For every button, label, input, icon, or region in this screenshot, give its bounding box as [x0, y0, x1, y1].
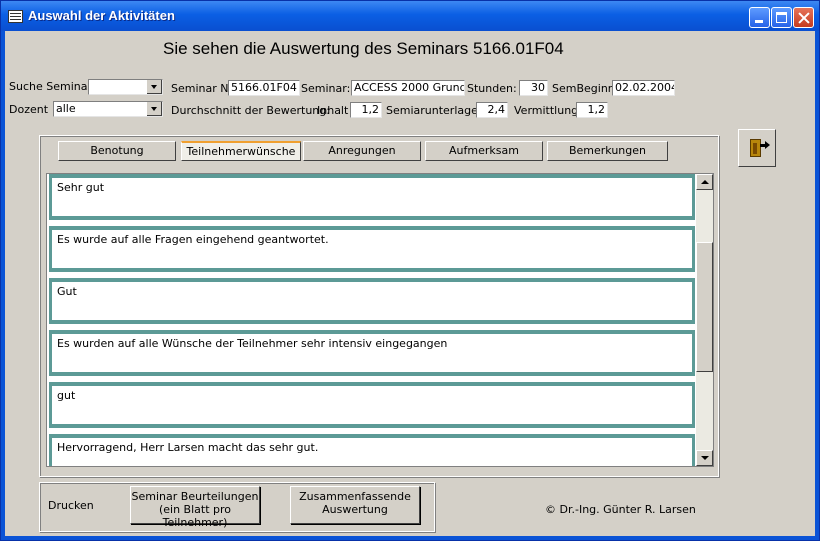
sembeginn-label: SemBeginn: — [552, 82, 619, 95]
dozent-value: alle — [56, 102, 76, 115]
scroll-down-icon[interactable] — [696, 450, 713, 466]
vertical-scrollbar[interactable] — [696, 174, 713, 466]
tab-bemerkungen[interactable]: Bemerkungen — [547, 141, 668, 161]
list-item[interactable]: Sehr gut — [49, 174, 695, 220]
inhalt-field[interactable]: 1,2 — [350, 102, 382, 118]
print-label: Drucken — [48, 499, 94, 512]
summary-line1: Zusammenfassende — [299, 490, 411, 503]
search-seminar-label: Suche Seminar — [9, 80, 92, 93]
seminar-field[interactable]: ACCESS 2000 Grundlag — [351, 80, 465, 96]
seminar-nr-field[interactable]: 5166.01F04 — [228, 80, 300, 96]
exit-arrow-icon — [760, 141, 770, 149]
tab-teilnehmerwuensche[interactable]: Teilnehmerwünsche — [181, 141, 301, 161]
tab-aufmerksam[interactable]: Aufmerksam — [425, 141, 543, 161]
list-item[interactable]: Gut — [49, 278, 695, 324]
record-text: Es wurden auf alle Wünsche der Teilnehme… — [57, 337, 448, 350]
unterlagen-label: Semiarunterlagen — [386, 104, 485, 117]
print-ratings-line1: Seminar Beurteilungen — [131, 490, 259, 503]
scroll-thumb[interactable] — [696, 242, 713, 372]
scroll-up-icon[interactable] — [696, 174, 713, 190]
exit-button[interactable] — [738, 129, 776, 167]
summary-button[interactable]: Zusammenfassende Auswertung — [290, 486, 420, 524]
tab-benotung[interactable]: Benotung — [58, 141, 176, 161]
chevron-down-icon[interactable] — [146, 102, 162, 116]
durchschnitt-label: Durchschnitt der Bewertung: — [171, 104, 330, 117]
minimize-icon — [755, 20, 763, 23]
vermittlung-field[interactable]: 1,2 — [576, 102, 608, 118]
records-list[interactable]: Sehr gut Es wurde auf alle Fragen eingeh… — [46, 173, 714, 467]
search-seminar-combo[interactable] — [88, 79, 163, 95]
seminar-label: Seminar: — [301, 82, 351, 95]
app-window: Auswahl der Aktivitäten Sie sehen die Au… — [0, 0, 820, 541]
chevron-down-icon[interactable] — [146, 80, 162, 94]
list-item[interactable]: Es wurden auf alle Wünsche der Teilnehme… — [49, 330, 695, 376]
summary-line2: Auswertung — [322, 503, 388, 516]
list-item[interactable]: Es wurde auf alle Fragen eingehend geant… — [49, 226, 695, 272]
dozent-label: Dozent — [9, 103, 49, 116]
tab-anregungen[interactable]: Anregungen — [303, 141, 421, 161]
window-title: Auswahl der Aktivitäten — [28, 8, 175, 23]
dozent-combo[interactable]: alle — [53, 101, 163, 117]
unterlagen-field[interactable]: 2,4 — [476, 102, 508, 118]
print-ratings-button[interactable]: Seminar Beurteilungen (ein Blatt pro Tei… — [130, 486, 260, 529]
vermittlung-label: Vermittlung — [514, 104, 579, 117]
copyright-text: © Dr.-Ing. Günter R. Larsen — [545, 503, 696, 516]
exit-door-icon — [750, 139, 761, 157]
maximize-icon — [776, 12, 787, 23]
record-text: Hervorragend, Herr Larsen macht das sehr… — [57, 441, 319, 454]
record-text: Gut — [57, 285, 77, 298]
record-text: Es wurde auf alle Fragen eingehend geant… — [57, 233, 329, 246]
list-item[interactable]: Hervorragend, Herr Larsen macht das sehr… — [49, 434, 695, 466]
page-title: Sie sehen die Auswertung des Seminars 51… — [163, 39, 564, 58]
form-icon[interactable] — [8, 10, 23, 23]
form-body: Sie sehen die Auswertung des Seminars 51… — [5, 31, 815, 536]
print-ratings-line2: (ein Blatt pro Teilnehmer) — [158, 503, 232, 529]
maximize-button[interactable] — [771, 7, 792, 28]
stunden-field[interactable]: 30 — [519, 80, 548, 96]
minimize-button[interactable] — [749, 7, 770, 28]
inhalt-label: Inhalt — [317, 104, 349, 117]
close-button[interactable] — [793, 7, 814, 28]
stunden-label: Stunden: — [467, 82, 517, 95]
record-text: Sehr gut — [57, 181, 105, 194]
sembeginn-field[interactable]: 02.02.2004 — [612, 80, 675, 96]
record-text: gut — [57, 389, 76, 402]
seminar-nr-label: Seminar Nr: — [171, 82, 237, 95]
list-item[interactable]: gut — [49, 382, 695, 428]
title-bar[interactable]: Auswahl der Aktivitäten — [1, 1, 819, 31]
